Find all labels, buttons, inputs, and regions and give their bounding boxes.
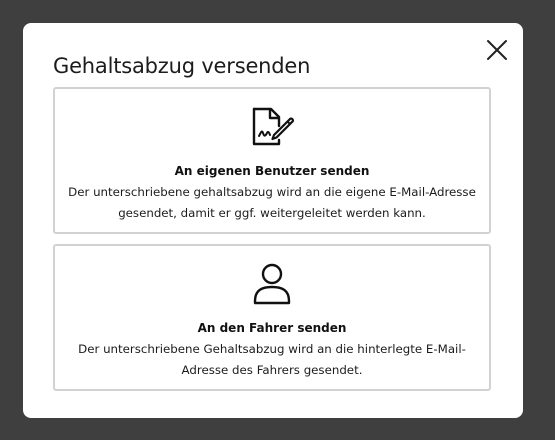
close-icon bbox=[487, 40, 507, 60]
send-salary-deduction-dialog: Gehaltsabzug versenden An eigenen Benutz… bbox=[23, 23, 523, 418]
option-title: An den Fahrer senden bbox=[197, 321, 347, 335]
dialog-title: Gehaltsabzug versenden bbox=[53, 54, 311, 78]
send-to-driver-option[interactable]: An den Fahrer senden Der unterschriebene… bbox=[53, 244, 491, 391]
close-button[interactable] bbox=[484, 37, 510, 63]
user-icon bbox=[55, 263, 489, 307]
option-title: An eigenen Benutzer senden bbox=[174, 164, 370, 178]
send-to-own-user-option[interactable]: An eigenen Benutzer senden Der unterschr… bbox=[53, 87, 491, 234]
option-description: Der unterschriebene gehaltsabzug wird an… bbox=[68, 185, 476, 220]
option-description: Der unterschriebene Gehaltsabzug wird an… bbox=[78, 342, 466, 377]
signed-document-icon bbox=[55, 106, 489, 150]
